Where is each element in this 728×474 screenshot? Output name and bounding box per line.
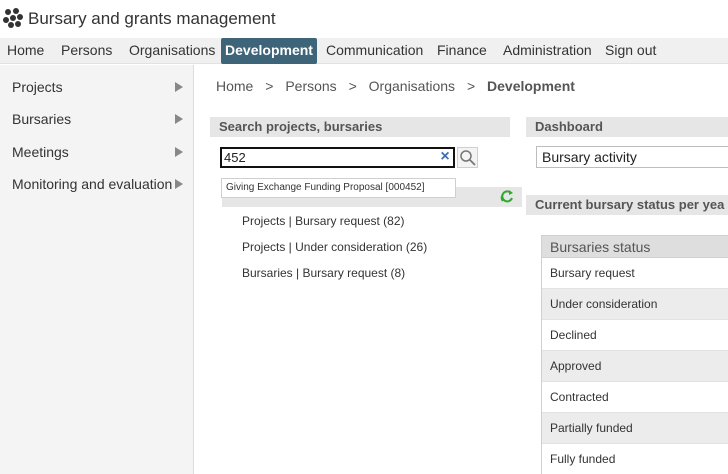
autocomplete-suggestion[interactable]: Giving Exchange Funding Proposal [000452… (221, 178, 456, 198)
sidebar-item-label: Bursaries (12, 111, 72, 127)
clear-icon[interactable]: × (438, 149, 452, 165)
nav-finance[interactable]: Finance (437, 38, 487, 64)
chevron-right-icon (175, 179, 183, 189)
chevron-right-icon (175, 114, 183, 124)
sidebar-item-bursaries[interactable]: Bursaries (12, 108, 188, 130)
dashboard-panel-header: Dashboard (526, 117, 728, 137)
breadcrumb-organisations[interactable]: Organisations (369, 78, 455, 94)
breadcrumb-separator: > (466, 78, 476, 94)
breadcrumb-home[interactable]: Home (216, 78, 253, 94)
sidebar-item-label: Meetings (12, 144, 69, 160)
table-row[interactable]: Under consideration (542, 289, 728, 320)
workflow-item[interactable]: Bursaries | Bursary request (8) (242, 266, 405, 280)
search-button[interactable] (457, 147, 478, 168)
nav-organisations[interactable]: Organisations (129, 38, 215, 64)
table-row[interactable]: Partially funded (542, 413, 728, 444)
top-navigation: Home Persons Organisations Development C… (0, 38, 728, 64)
workflow-item[interactable]: Projects | Under consideration (26) (242, 240, 427, 254)
nav-home[interactable]: Home (7, 38, 44, 64)
nav-persons[interactable]: Persons (61, 38, 112, 64)
dashboard-select[interactable]: Bursary activity (536, 146, 728, 168)
table-row[interactable]: Declined (542, 320, 728, 351)
breadcrumb-persons[interactable]: Persons (285, 78, 336, 94)
breadcrumb-current: Development (487, 78, 575, 94)
status-panel-header: Current bursary status per yea (526, 195, 728, 215)
nav-development[interactable]: Development (221, 38, 317, 64)
table-header: Bursaries status (542, 236, 728, 258)
breadcrumb-separator: > (348, 78, 357, 94)
search-icon (460, 150, 476, 166)
search-input[interactable] (220, 147, 455, 168)
app-title: Bursary and grants management (28, 9, 276, 28)
nav-communication[interactable]: Communication (326, 38, 423, 64)
table-row[interactable]: Contracted (542, 382, 728, 413)
sidebar: Projects Bursaries Meetings Monitoring a… (0, 65, 194, 474)
bursary-status-table: Bursaries status Bursary request Under c… (541, 235, 728, 474)
table-row[interactable]: Fully funded (542, 444, 728, 474)
breadcrumb: Home > Persons > Organisations > Develop… (216, 78, 583, 94)
table-row[interactable]: Approved (542, 351, 728, 382)
table-row[interactable]: Bursary request (542, 258, 728, 289)
chevron-right-icon (175, 147, 183, 157)
app-header: Bursary and grants management (0, 0, 728, 38)
sidebar-item-label: Projects (12, 79, 63, 95)
sidebar-item-projects[interactable]: Projects (12, 76, 188, 98)
nav-administration[interactable]: Administration (503, 38, 592, 64)
sidebar-item-label: Monitoring and evaluation (12, 176, 173, 192)
chevron-right-icon (175, 82, 183, 92)
app-logo-icon (3, 8, 23, 28)
sidebar-item-meetings[interactable]: Meetings (12, 141, 188, 163)
search-panel-header: Search projects, bursaries (210, 117, 510, 137)
refresh-icon[interactable] (500, 189, 514, 205)
workflow-item[interactable]: Projects | Bursary request (82) (242, 214, 405, 228)
breadcrumb-separator: > (265, 78, 274, 94)
nav-sign-out[interactable]: Sign out (605, 38, 656, 64)
sidebar-item-monitoring[interactable]: Monitoring and evaluation (12, 173, 188, 195)
